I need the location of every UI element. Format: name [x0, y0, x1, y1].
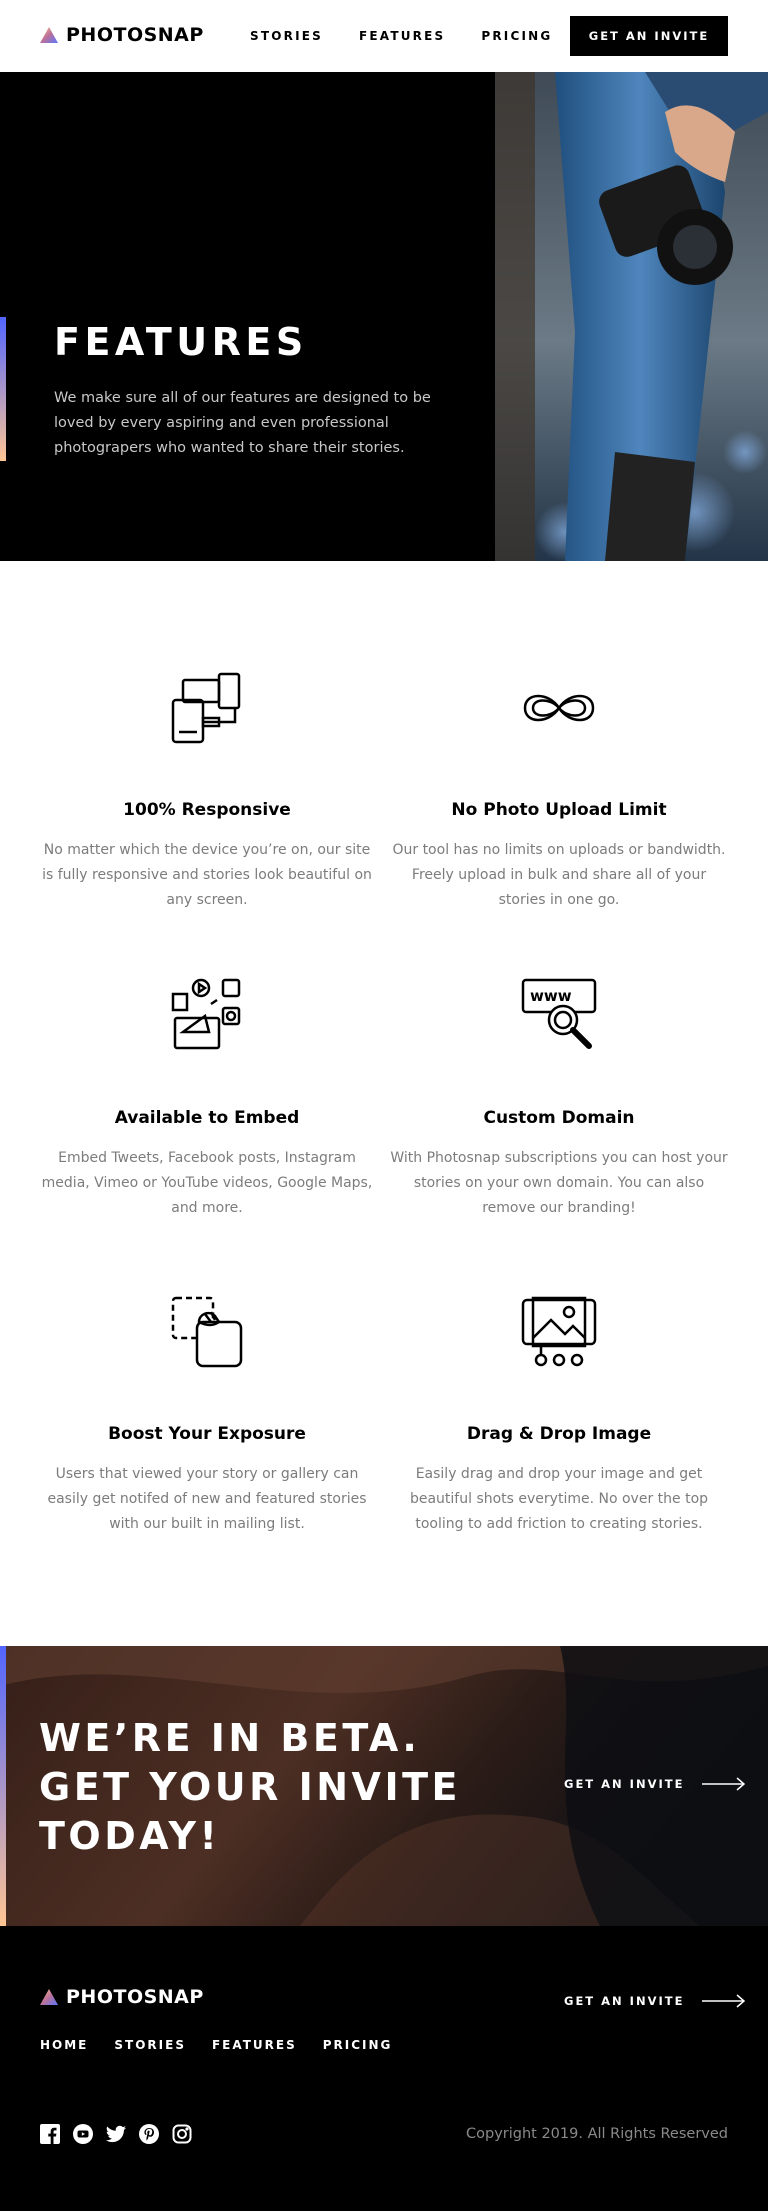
infinity-icon: [523, 694, 595, 722]
logo[interactable]: PHOTOSNAP: [40, 24, 204, 46]
copyright-text: Copyright 2019. All Rights Reserved: [466, 2126, 728, 2142]
facebook-icon[interactable]: [40, 2124, 60, 2144]
feature-title: Available to Embed: [114, 1108, 300, 1128]
nav-stories[interactable]: STORIES: [250, 29, 323, 43]
feature-text: No matter which the device you’re on, ou…: [42, 842, 372, 908]
svg-text:www: www: [530, 987, 572, 1005]
pinterest-icon[interactable]: [139, 2124, 159, 2144]
boost-exposure-icon: [171, 1296, 243, 1368]
site-footer: PHOTOSNAP HOME STORIES FEATURES PRICING …: [0, 1926, 768, 2211]
beta-heading-line: TODAY!: [39, 1814, 221, 1858]
feature-card: Drag & Drop Image Easily drag and drop y…: [389, 1292, 729, 1537]
logo-text: PHOTOSNAP: [66, 24, 204, 46]
footer-nav-stories[interactable]: STORIES: [114, 2038, 186, 2052]
beta-heading-line: WE’RE IN BETA.: [39, 1716, 421, 1760]
arrow-right-icon: [702, 1777, 746, 1791]
footer-nav-home[interactable]: HOME: [40, 2038, 88, 2052]
social-links: [40, 2124, 192, 2144]
twitter-icon[interactable]: [106, 2124, 126, 2144]
beta-heading: WE’RE IN BETA. GET YOUR INVITE TODAY!: [39, 1714, 461, 1861]
beta-invite-link[interactable]: GET AN INVITE: [564, 1777, 746, 1791]
logo-text: PHOTOSNAP: [66, 1986, 204, 2008]
feature-text: With Photosnap subscriptions you can hos…: [390, 1150, 728, 1216]
custom-domain-icon: www: [521, 978, 597, 1049]
beta-invite-label: GET AN INVITE: [564, 1777, 685, 1791]
drag-drop-image-icon: [521, 1296, 597, 1367]
instagram-icon[interactable]: [172, 2124, 192, 2144]
feature-title: No Photo Upload Limit: [451, 800, 667, 820]
hero-accent-bar: [0, 317, 6, 461]
feature-card: Available to Embed Embed Tweets, Faceboo…: [37, 976, 377, 1221]
footer-nav-pricing[interactable]: PRICING: [323, 2038, 393, 2052]
footer-logo[interactable]: PHOTOSNAP: [40, 1986, 204, 2008]
logo-triangle-icon: [40, 27, 58, 43]
feature-text: Easily drag and drop your image and get …: [409, 1466, 709, 1532]
arrow-right-icon: [702, 1994, 746, 2008]
feature-card: No Photo Upload Limit Our tool has no li…: [389, 668, 729, 913]
page-title: FEATURES: [54, 320, 308, 364]
site-header: PHOTOSNAP STORIES FEATURES PRICING GET A…: [0, 0, 768, 72]
logo-triangle-icon: [40, 1989, 58, 2005]
footer-nav: HOME STORIES FEATURES PRICING: [40, 2038, 392, 2052]
get-invite-button[interactable]: GET AN INVITE: [570, 16, 728, 56]
footer-nav-features[interactable]: FEATURES: [212, 2038, 297, 2052]
nav-features[interactable]: FEATURES: [359, 29, 445, 43]
feature-card: 100% Responsive No matter which the devi…: [37, 668, 377, 913]
responsive-devices-icon: [171, 672, 241, 744]
hero-image: [495, 72, 768, 561]
main-nav: STORIES FEATURES PRICING: [250, 29, 552, 43]
feature-title: Drag & Drop Image: [466, 1424, 652, 1444]
feature-title: Boost Your Exposure: [108, 1424, 306, 1444]
footer-invite-link[interactable]: GET AN INVITE: [564, 1994, 746, 2008]
youtube-icon[interactable]: [73, 2124, 93, 2144]
feature-card: Boost Your Exposure Users that viewed yo…: [37, 1292, 377, 1537]
feature-title: 100% Responsive: [123, 800, 291, 820]
nav-pricing[interactable]: PRICING: [481, 29, 552, 43]
hero-description: We make sure all of our features are des…: [54, 390, 431, 456]
embed-media-icon: [171, 978, 241, 1050]
feature-title: Custom Domain: [483, 1108, 635, 1128]
footer-invite-label: GET AN INVITE: [564, 1994, 685, 2008]
feature-card: www Custom Domain With Photosnap subscri…: [389, 976, 729, 1221]
beta-heading-line: GET YOUR INVITE: [39, 1765, 461, 1809]
feature-text: Our tool has no limits on uploads or ban…: [392, 842, 726, 908]
feature-text: Embed Tweets, Facebook posts, Instagram …: [41, 1150, 373, 1216]
beta-banner: WE’RE IN BETA. GET YOUR INVITE TODAY! GE…: [0, 1646, 768, 1926]
feature-text: Users that viewed your story or gallery …: [47, 1466, 367, 1532]
beta-accent-bar: [0, 1646, 6, 1926]
hero: FEATURES We make sure all of our feature…: [0, 72, 768, 561]
